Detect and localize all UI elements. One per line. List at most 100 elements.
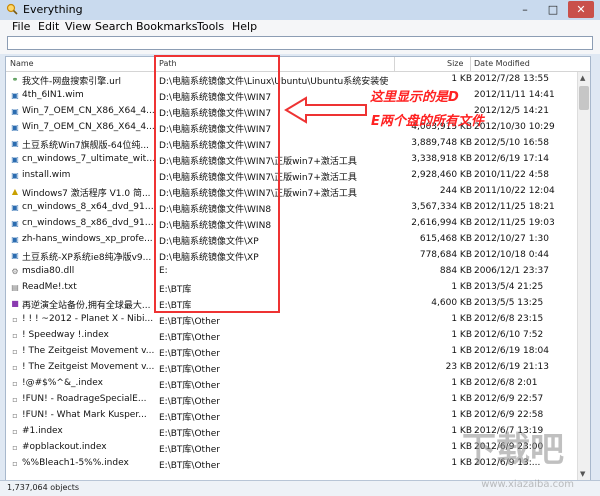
file-name: #opblackout.index [22, 442, 107, 452]
disk-image-icon: ▣ [11, 91, 19, 100]
column-divider[interactable] [394, 57, 395, 71]
table-row[interactable]: ▫ ! Speedway !.index E:\BT库\Other 1 KB 2012/… [6, 328, 590, 344]
file-size: 3,889,748 KB [411, 138, 472, 148]
menu-file[interactable]: File [12, 20, 30, 34]
file-size: 1 KB [451, 394, 472, 404]
file-name: ReadMe!.txt [22, 282, 77, 292]
file-size: 1 KB [451, 346, 472, 356]
file-date: 2012/10/18 0:44 [474, 250, 549, 260]
file-size: 1 KB [451, 378, 472, 388]
disk-image-icon: ▣ [11, 251, 19, 260]
file-name: 4th_6IN1.wim [22, 90, 84, 100]
file-size: 3,567,334 KB [411, 202, 472, 212]
file-date: 2012/6/19 18:04 [474, 346, 549, 356]
exe-file-icon: ▲ [11, 187, 19, 196]
file-date: 2012/6/10 7:52 [474, 330, 544, 340]
file-date: 2013/5/4 21:25 [474, 282, 544, 292]
title-bar: Everything – □ ✕ [0, 0, 600, 21]
table-row[interactable]: ▤ ReadMe!.txt E:\BT库 1 KB 2013/5/4 21:25 [6, 280, 590, 296]
search-area [0, 34, 600, 54]
index-file-icon: ▫ [12, 331, 18, 340]
menu-search[interactable]: Search [95, 20, 133, 34]
index-file-icon: ▫ [12, 427, 18, 436]
menu-tools[interactable]: Tools [197, 20, 224, 34]
table-row[interactable]: ▫ ! The Zeitgeist Movement v... E:\BT库\Oth… [6, 360, 590, 376]
file-name: 再逆演全站备份,拥有全球最大... [22, 301, 151, 311]
file-name: Win_7_OEM_CN_X86_X64_4... [22, 106, 155, 116]
scroll-down-icon[interactable]: ▼ [580, 470, 585, 478]
disk-image-icon: ▣ [11, 107, 19, 116]
window-title: Everything [23, 3, 83, 16]
file-path: E:\BT库\Other [159, 365, 221, 375]
file-name: ! Speedway !.index [22, 330, 109, 340]
object-count: 1,737,064 objects [7, 483, 80, 492]
file-date: 2012/6/8 23:15 [474, 314, 544, 324]
file-date: 2011/10/22 12:04 [474, 186, 555, 196]
table-row[interactable]: ⚭ 我文件-网盘搜索引擎.url D:\电脑系统镜像文件\Linux\Ubuntu\… [6, 72, 590, 88]
file-size: 615,468 KB [419, 234, 472, 244]
vertical-scrollbar[interactable]: ▲ ▼ [577, 72, 590, 480]
file-date: 2012/10/27 1:30 [474, 234, 549, 244]
file-size: 884 KB [439, 266, 472, 276]
table-row[interactable]: ▣ 土豆系统-XP系统ie8纯净版v9... D:\电脑系统镜像文件\XP 778,6… [6, 248, 590, 264]
table-row[interactable]: ▣ cn_windows_8_x64_dvd_915... D:\电脑系统镜像文件\… [6, 200, 590, 216]
file-path: E:\BT库\Other [159, 349, 221, 359]
table-row[interactable]: ▫ !FUN! - RoadrageSpecialE... E:\BT库\Other… [6, 392, 590, 408]
table-row[interactable]: ▣ 土豆系统Win7旗舰版-64位纯... D:\电脑系统镜像文件\WIN7 3,88… [6, 136, 590, 152]
index-file-icon: ▫ [12, 315, 18, 324]
table-row[interactable]: ▲ Windows7 激活程序 V1.0 简... D:\电脑系统镜像文件\WIN7… [6, 184, 590, 200]
index-file-icon: ▫ [12, 363, 18, 372]
column-divider[interactable] [470, 57, 471, 71]
scroll-up-icon[interactable]: ▲ [580, 74, 585, 82]
column-name[interactable]: Name [10, 59, 34, 68]
file-date: 2012/11/11 14:41 [474, 90, 555, 100]
disk-image-icon: ▣ [11, 171, 19, 180]
table-row[interactable]: ▣ cn_windows_7_ultimate_with... D:\电脑系统镜像文… [6, 152, 590, 168]
menu-help[interactable]: Help [232, 20, 257, 34]
menu-view[interactable]: View [65, 20, 91, 34]
file-path: E:\BT库\Other [159, 381, 221, 391]
file-size: 2,928,460 KB [411, 170, 472, 180]
file-size: 4,600 KB [431, 298, 472, 308]
table-row[interactable]: ▣ install.wim D:\电脑系统镜像文件\WIN7\正版win7+激活工具… [6, 168, 590, 184]
scrollbar-thumb[interactable] [579, 86, 589, 110]
file-name: %%Bleach1-5%%.index [22, 458, 129, 468]
menu-edit[interactable]: Edit [38, 20, 59, 34]
file-name: cn_windows_8_x64_dvd_915... [22, 202, 156, 212]
file-name: Windows7 激活程序 V1.0 简... [22, 189, 151, 199]
file-path: E:\BT库\Other [159, 445, 221, 455]
file-path: E:\BT库\Other [159, 461, 221, 471]
table-row[interactable]: ⚙ msdia80.dll E: 884 KB 2006/12/1 23:37 [6, 264, 590, 280]
table-row[interactable]: ▫ ! The Zeitgeist Movement v... E:\BT库\Oth… [6, 344, 590, 360]
file-size: 778,684 KB [419, 250, 472, 260]
file-name: cn_windows_7_ultimate_with... [22, 154, 156, 164]
file-date: 2012/6/8 2:01 [474, 378, 538, 388]
maximize-button[interactable]: □ [540, 1, 566, 18]
file-name: 土豆系统Win7旗舰版-64位纯... [22, 141, 149, 151]
index-file-icon: ▫ [12, 411, 18, 420]
column-header: Name Path Size Date Modified [6, 57, 590, 72]
search-input[interactable] [7, 36, 593, 50]
file-name: cn_windows_8_x86_dvd_915... [22, 218, 156, 228]
table-row[interactable]: ▫ ! ! ! ~2012 - Planet X - Nibi... E:\BT库\… [6, 312, 590, 328]
column-size[interactable]: Size [447, 59, 463, 68]
table-row[interactable]: ▣ zh-hans_windows_xp_profe... D:\电脑系统镜像文件\… [6, 232, 590, 248]
file-size: 1 KB [451, 330, 472, 340]
file-path: E:\BT库\Other [159, 317, 221, 327]
index-file-icon: ▫ [12, 379, 18, 388]
table-row[interactable]: ■ 再逆演全站备份,拥有全球最大... E:\BT库 4,600 KB 2013/5/5… [6, 296, 590, 312]
table-row[interactable]: ▫ !@#$%^&_.index E:\BT库\Other 1 KB 2012/6/8 … [6, 376, 590, 392]
file-size: 1 KB [451, 314, 472, 324]
file-date: 2012/11/25 18:21 [474, 202, 555, 212]
menu-bookmarks[interactable]: Bookmarks [136, 20, 197, 34]
watermark-logo: 下载吧 [462, 430, 564, 470]
close-button[interactable]: ✕ [568, 1, 594, 18]
disk-image-icon: ▣ [11, 235, 19, 244]
minimize-button[interactable]: – [512, 1, 538, 18]
menu-bar: File Edit View Search Bookmarks Tools He… [0, 20, 600, 34]
table-row[interactable]: ▣ cn_windows_8_x86_dvd_915... D:\电脑系统镜像文件\… [6, 216, 590, 232]
file-date: 2012/7/28 13:55 [474, 74, 549, 84]
column-date-modified[interactable]: Date Modified [474, 59, 530, 68]
url-file-icon: ⚭ [11, 75, 19, 84]
file-size: 1 KB [451, 410, 472, 420]
